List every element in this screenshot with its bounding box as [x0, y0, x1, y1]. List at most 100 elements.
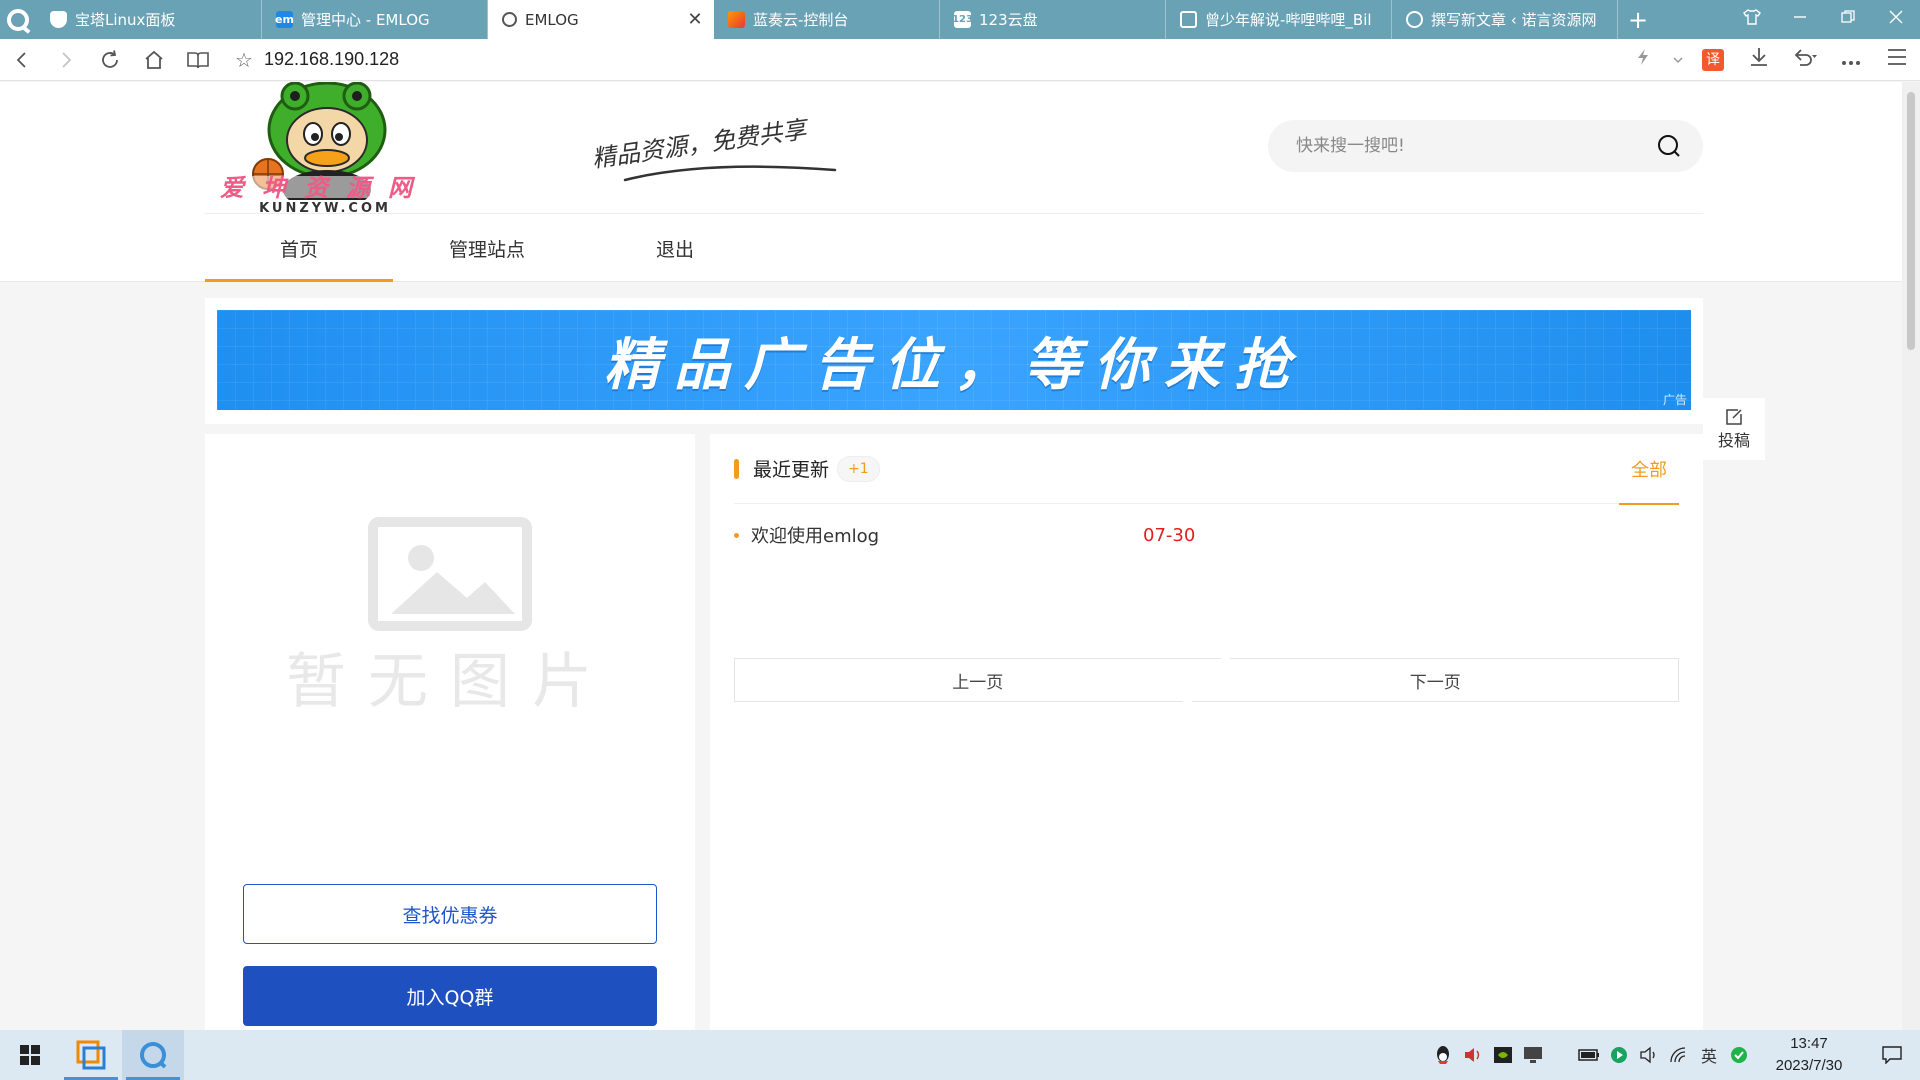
find-coupon-button[interactable]: 查找优惠券 [243, 884, 657, 944]
tab-emlog-admin[interactable]: em 管理中心 - EMLOG [262, 0, 488, 39]
tab-123pan[interactable]: 123 123云盘 [940, 0, 1166, 39]
battery-icon[interactable] [1574, 1030, 1604, 1080]
section-header: 最近更新 +1 全部 [734, 434, 1679, 505]
join-qq-group-button[interactable]: 加入QQ群 [243, 966, 657, 1026]
prev-page-button[interactable]: 上一页 [734, 658, 1222, 702]
tab-label: 管理中心 - EMLOG [301, 11, 430, 29]
tab-label: 撰写新文章 ‹ 诺言资源网 [1431, 11, 1597, 29]
bullet-dot [734, 532, 739, 538]
undo-icon[interactable] [1782, 47, 1828, 72]
site-slogan: 精品资源，免费共享 [585, 102, 855, 182]
browser-tab-bar: 宝塔Linux面板 em 管理中心 - EMLOG EMLOG ✕ 蓝奏云-控制… [0, 0, 1920, 39]
taskbar-clock[interactable]: 13:47 2023/7/30 [1754, 1033, 1864, 1077]
left-panel: 暂无图片 查找优惠券 加入QQ群 [205, 434, 695, 1030]
tab-emlog[interactable]: EMLOG ✕ [488, 0, 714, 39]
wifi-icon[interactable] [1664, 1030, 1694, 1080]
svg-text:爱坤资源网: 爱坤资源网 [220, 174, 430, 202]
address-bar: ☆ 192.168.190.128 译 [0, 39, 1920, 81]
shield-icon [50, 11, 67, 28]
windows-taskbar: 英 13:47 2023/7/30 [0, 1030, 1920, 1080]
tab-label: 宝塔Linux面板 [75, 11, 176, 29]
chevron-down-icon[interactable] [1666, 49, 1690, 71]
notification-center-icon[interactable] [1864, 1030, 1920, 1080]
ime-indicator[interactable]: 英 [1694, 1030, 1724, 1080]
tab-nuoyan[interactable]: 撰写新文章 ‹ 诺言资源网 [1392, 0, 1618, 39]
post-date: 07-30 [1143, 524, 1196, 546]
vmware-app-icon[interactable] [60, 1030, 122, 1080]
back-icon[interactable] [0, 39, 44, 81]
tab-all[interactable]: 全部 [1619, 434, 1679, 505]
wordpress-icon [1406, 11, 1423, 28]
nvidia-icon[interactable] [1488, 1030, 1518, 1080]
volume-icon[interactable] [1634, 1030, 1664, 1080]
nav-item-logout[interactable]: 退出 [581, 214, 769, 282]
bookmark-star-icon[interactable]: ☆ [224, 48, 264, 72]
search-box [1268, 120, 1703, 172]
edit-icon [1726, 409, 1742, 425]
ad-banner-text: 精品广告位，等你来抢 [604, 332, 1304, 398]
home-icon[interactable] [132, 39, 176, 81]
qq-tray-icon[interactable] [1428, 1030, 1458, 1080]
page-scrollbar[interactable] [1902, 82, 1920, 1030]
wechat-pay-icon[interactable] [1724, 1030, 1754, 1080]
windows-start-icon[interactable] [0, 1030, 60, 1080]
reload-icon[interactable] [88, 39, 132, 81]
url-field[interactable]: 192.168.190.128 [264, 49, 399, 70]
lightning-icon[interactable] [1620, 48, 1666, 71]
no-image-placeholder: 暂无图片 [205, 434, 695, 864]
next-page-button[interactable]: 下一页 [1191, 658, 1679, 702]
post-title-link[interactable]: 欢迎使用emlog [751, 522, 1143, 548]
close-tab-icon[interactable]: ✕ [686, 9, 704, 30]
tab-label: 蓝奏云-控制台 [753, 11, 849, 29]
tab-label: 曾少年解说-哔哩哔哩_Bil [1205, 11, 1372, 29]
media-player-icon[interactable] [1604, 1030, 1634, 1080]
ad-banner[interactable]: 精品广告位，等你来抢 广告 [217, 310, 1691, 410]
browser-logo-icon[interactable] [0, 0, 36, 39]
shirt-skin-icon[interactable] [1728, 8, 1776, 31]
section-title: 最近更新 [753, 459, 830, 481]
main-nav: 首页 管理站点 退出 [205, 214, 769, 282]
tab-baota[interactable]: 宝塔Linux面板 [36, 0, 262, 39]
translate-icon[interactable]: 译 [1702, 48, 1724, 71]
svg-text:精品资源，免费共享: 精品资源，免费共享 [590, 115, 811, 173]
list-item: 欢迎使用emlog 07-30 [734, 520, 1679, 550]
site-logo[interactable]: 爱坤资源网 KUNZYW.COM [210, 82, 440, 216]
web-page: 爱坤资源网 KUNZYW.COM 精品资源，免费共享 首页 管理站点 退出 [0, 82, 1902, 1030]
tab-lanzou[interactable]: 蓝奏云-控制台 [714, 0, 940, 39]
more-icon[interactable] [1828, 49, 1874, 71]
tray-spacer [1548, 1030, 1574, 1080]
system-tray: 英 13:47 2023/7/30 [1428, 1030, 1920, 1080]
lanzou-icon [728, 11, 745, 28]
search-input[interactable] [1296, 136, 1653, 156]
browser-app-icon[interactable] [122, 1030, 184, 1080]
download-icon[interactable] [1736, 46, 1782, 73]
clock-date: 2023/7/30 [1775, 1057, 1843, 1074]
tab-bilibili[interactable]: 曾少年解说-哔哩哔哩_Bil [1166, 0, 1392, 39]
update-count-badge: +1 [837, 455, 880, 482]
new-tab-button[interactable]: + [1618, 0, 1658, 39]
nav-item-manage-site[interactable]: 管理站点 [393, 214, 581, 282]
restore-icon[interactable] [1824, 9, 1872, 30]
pagination: 上一页 下一页 [734, 658, 1679, 702]
close-window-icon[interactable] [1872, 9, 1920, 30]
reading-mode-icon[interactable] [176, 39, 220, 81]
ad-tag: 广告 [1662, 393, 1687, 407]
submit-post-label: 投稿 [1717, 431, 1750, 450]
submit-post-button[interactable]: 投稿 [1703, 398, 1765, 460]
recent-updates-panel: 最近更新 +1 全部 欢迎使用emlog 07-30 上一页 下一页 [710, 434, 1703, 1030]
ad-banner-container: 精品广告位，等你来抢 广告 [205, 298, 1703, 424]
menu-icon[interactable] [1874, 48, 1920, 71]
tab-label: EMLOG [525, 10, 579, 29]
speaker-muted-icon[interactable] [1458, 1030, 1488, 1080]
forward-icon[interactable] [44, 39, 88, 81]
search-icon[interactable] [1653, 130, 1685, 162]
nav-item-home[interactable]: 首页 [205, 214, 393, 282]
svg-text:KUNZYW.COM: KUNZYW.COM [259, 201, 391, 212]
section-accent-bar [734, 458, 739, 479]
globe-icon [502, 12, 517, 27]
site-header: 爱坤资源网 KUNZYW.COM 精品资源，免费共享 首页 管理站点 退出 [0, 82, 1902, 282]
em-icon: em [275, 11, 294, 28]
monitor-icon[interactable] [1518, 1030, 1548, 1080]
minimize-icon[interactable] [1776, 9, 1824, 30]
scrollbar-thumb[interactable] [1907, 92, 1915, 350]
